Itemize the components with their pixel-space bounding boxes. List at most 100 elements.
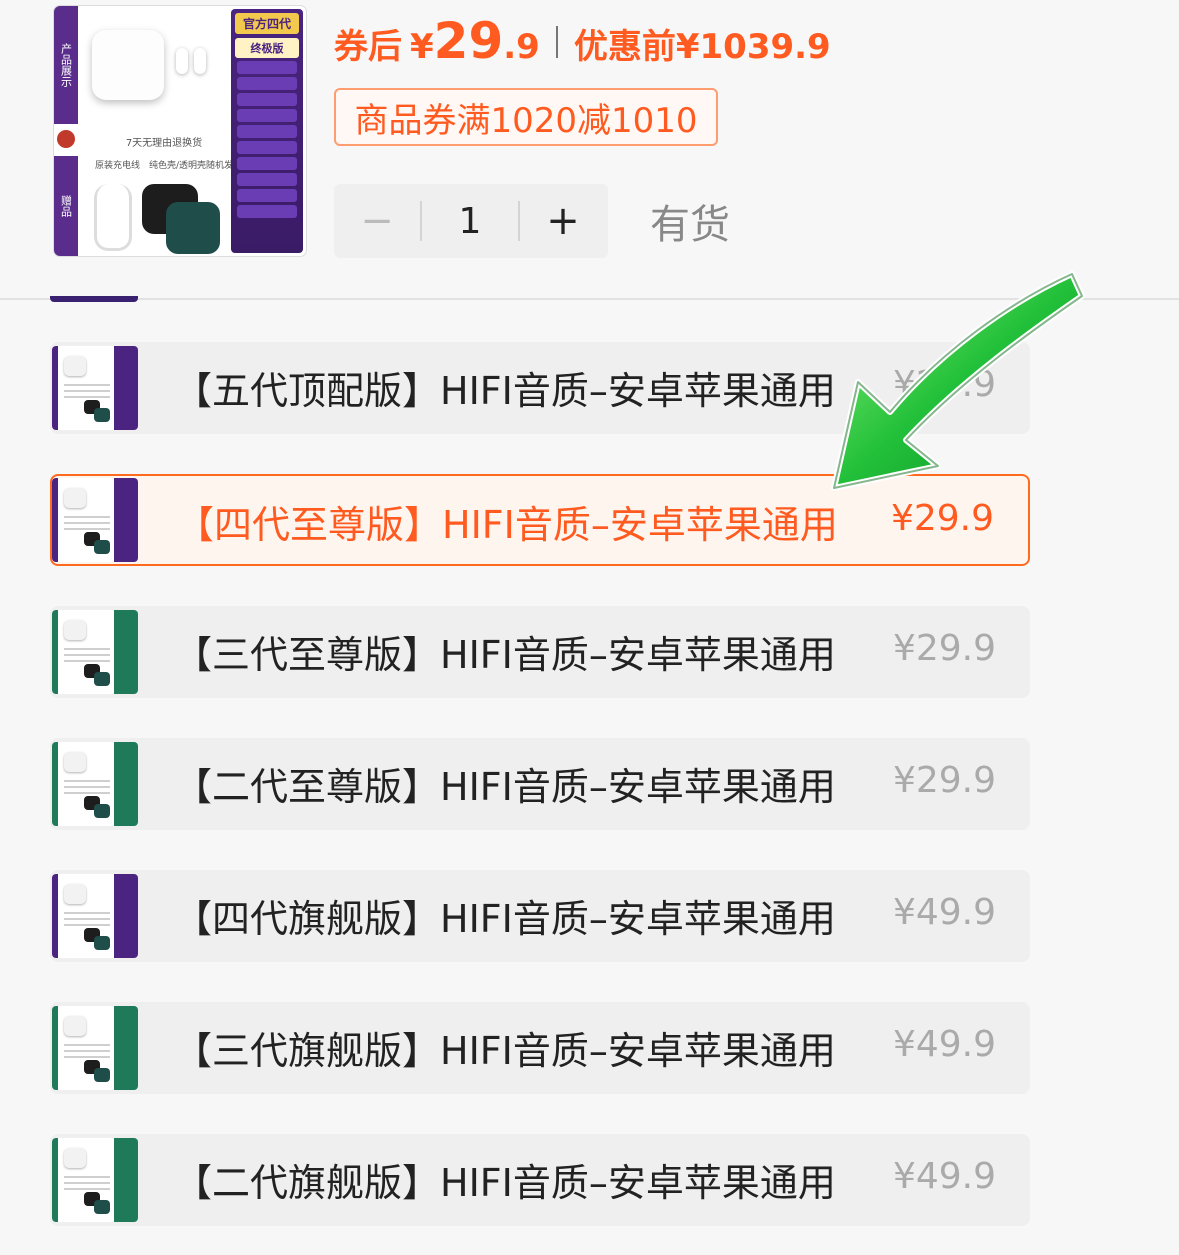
thumb-text-line (64, 1056, 110, 1058)
green-case-icon (94, 672, 110, 686)
variant-option[interactable]: 【二代旗舰版】HIFI音质–安卓苹果通用 ¥49.9 (50, 1134, 1030, 1226)
thumb-text-line (64, 912, 110, 914)
thumb-text-line (64, 654, 110, 656)
thumb-strip (52, 478, 58, 562)
variant-price: ¥49.9 (892, 1156, 996, 1197)
thumb-text-line (64, 1050, 110, 1052)
thumb-strip (52, 874, 58, 958)
thumb-panel (114, 346, 138, 430)
return-note: 7天无理由退换货 (125, 138, 203, 149)
earbuds-case-icon (64, 620, 86, 640)
thumb-panel (114, 742, 138, 826)
variant-option[interactable]: 【四代旗舰版】HIFI音质–安卓苹果通用 ¥49.9 (50, 870, 1030, 962)
variant-price: ¥29.9 (892, 628, 996, 669)
variant-thumbnail (52, 1138, 138, 1222)
variant-option[interactable]: 【二代至尊版】HIFI音质–安卓苹果通用 ¥29.9 (50, 738, 1030, 830)
green-case-icon (94, 408, 110, 422)
variant-name: 【四代旗舰版】HIFI音质–安卓苹果通用 (174, 897, 836, 941)
thumb-text-line (64, 918, 110, 920)
feature-bar (237, 205, 297, 218)
currency-symbol: ¥ (410, 27, 434, 67)
price-integer: 29 (433, 12, 504, 70)
quantity-value[interactable]: 1 (422, 201, 518, 242)
feature-bar (237, 93, 297, 106)
variant-option[interactable]: 【四代至尊版】HIFI音质–安卓苹果通用 ¥29.9 (50, 474, 1030, 566)
thumb-panel (114, 610, 138, 694)
thumb-text-line (64, 780, 110, 782)
green-case-icon (94, 804, 110, 818)
thumb-text-line (64, 390, 110, 392)
green-case-icon (94, 936, 110, 950)
earbuds-case-icon (64, 1148, 86, 1168)
product-header: 产品展示 赠品 7天无理由退换货 原装充电线 纯色壳/透明壳随机发 官方四代 终… (0, 0, 1179, 298)
thumb-panel (114, 874, 138, 958)
variant-thumbnail (52, 742, 138, 826)
feature-bar (237, 141, 297, 154)
feature-bar (237, 173, 297, 186)
thumb-strip (52, 1138, 58, 1222)
green-case-icon (94, 1200, 110, 1214)
cable-icon (94, 184, 132, 251)
feature-bar (237, 109, 297, 122)
price-decimal: .9 (503, 27, 540, 67)
variant-thumbnail (52, 478, 138, 562)
earbuds-case-icon (64, 1016, 86, 1036)
thumb-text-line (64, 522, 110, 524)
thumb-text-line (64, 1188, 110, 1190)
variant-name: 【五代顶配版】HIFI音质–安卓苹果通用 (174, 369, 836, 413)
green-case-icon (94, 540, 110, 554)
earbud-icon (176, 48, 188, 74)
thumb-text-line (64, 1044, 110, 1046)
thumb-text-line (64, 384, 110, 386)
green-case-icon (94, 1068, 110, 1082)
variant-thumbnail (52, 346, 138, 430)
thumb-strip (52, 346, 58, 430)
green-case-icon (166, 202, 220, 254)
variant-option[interactable]: 【三代至尊版】HIFI音质–安卓苹果通用 ¥29.9 (50, 606, 1030, 698)
earbud-icon (194, 48, 206, 74)
price-divider (555, 26, 558, 58)
increase-button[interactable]: + (520, 198, 606, 244)
price-row: 券后 ¥ 29 .9 优惠前 ¥1039.9 (334, 12, 831, 70)
variant-option[interactable]: 【三代旗舰版】HIFI音质–安卓苹果通用 ¥49.9 (50, 1002, 1030, 1094)
gift-note: 原装充电线 纯色壳/透明壳随机发 (94, 161, 234, 171)
variant-thumbnail (52, 1006, 138, 1090)
variant-name: 【三代至尊版】HIFI音质–安卓苹果通用 (174, 633, 836, 677)
variant-price: ¥49.9 (892, 892, 996, 933)
thumb-strip (52, 1006, 58, 1090)
feature-bar (237, 77, 297, 90)
before-discount-label: 优惠前 (573, 27, 676, 67)
thumb-text-line (64, 924, 110, 926)
coupon-tag[interactable]: 商品券满1020减1010 (334, 88, 718, 146)
thumb-text-line (64, 648, 110, 650)
panel-subtitle: 终极版 (235, 38, 299, 58)
thumb-text-line (64, 660, 110, 662)
panel-title: 官方四代 (235, 13, 299, 34)
variant-name: 【二代旗舰版】HIFI音质–安卓苹果通用 (174, 1161, 836, 1205)
variant-thumbnail (52, 610, 138, 694)
side-label-bottom: 赠品 (54, 156, 78, 256)
thumb-strip (52, 610, 58, 694)
variant-option[interactable]: 【五代顶配版】HIFI音质–安卓苹果通用 ¥29.9 (50, 342, 1030, 434)
thumb-panel (114, 1006, 138, 1090)
thumb-text-line (64, 1182, 110, 1184)
thumb-panel (114, 1138, 138, 1222)
product-main-image[interactable]: 产品展示 赠品 7天无理由退换货 原装充电线 纯色壳/透明壳随机发 官方四代 终… (54, 6, 306, 256)
variant-price: ¥29.9 (890, 498, 994, 539)
earbuds-case-icon (64, 488, 86, 508)
variant-name: 【三代旗舰版】HIFI音质–安卓苹果通用 (174, 1029, 836, 1073)
thumb-text-line (64, 786, 110, 788)
thumb-strip (52, 742, 58, 826)
thumb-text-line (64, 528, 110, 530)
shield-icon (57, 130, 75, 148)
variant-name: 【二代至尊版】HIFI音质–安卓苹果通用 (174, 765, 836, 809)
thumb-panel (114, 478, 138, 562)
thumb-text-line (64, 396, 110, 398)
before-discount-price: ¥1039.9 (675, 27, 831, 67)
earbuds-case-icon (64, 356, 86, 376)
variant-price: ¥49.9 (892, 1024, 996, 1065)
feature-bar (237, 61, 297, 74)
decrease-button[interactable]: − (334, 198, 420, 244)
variant-name: 【四代至尊版】HIFI音质–安卓苹果通用 (176, 503, 838, 547)
feature-bar (237, 125, 297, 138)
